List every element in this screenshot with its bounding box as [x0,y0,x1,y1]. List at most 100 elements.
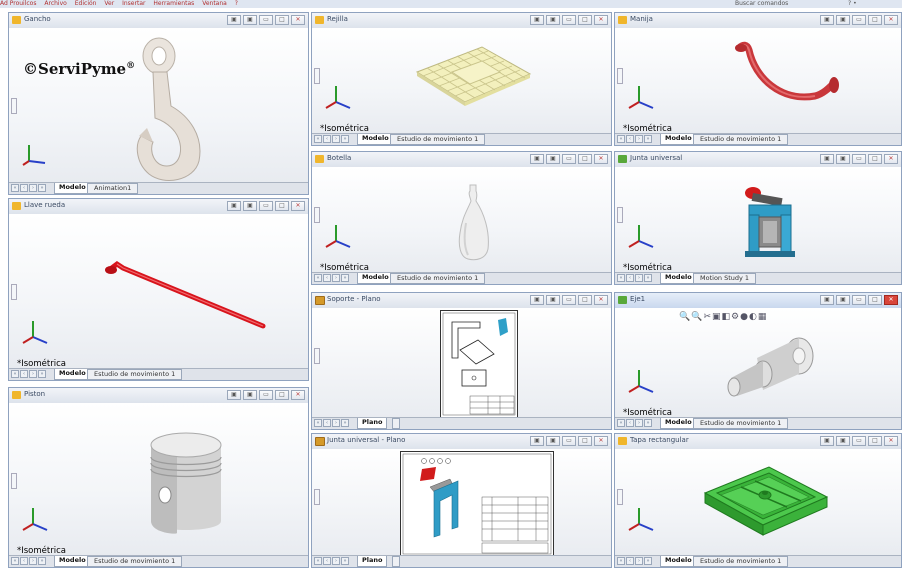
tab-first-button[interactable]: « [617,274,625,282]
tab-modelo[interactable]: Modelo [54,183,91,194]
minimize-button[interactable]: ▭ [562,295,576,305]
menu-herramientas[interactable]: Herramientas [153,0,194,7]
tile-horizontal-button[interactable]: ▣ [227,15,241,25]
graphics-area[interactable]: ©ServiPyme® [9,28,308,183]
tile-vertical-button[interactable]: ▣ [243,201,257,211]
tab-last-button[interactable]: » [38,370,46,378]
tab-first-button[interactable]: « [617,135,625,143]
tab-next-button[interactable]: › [29,370,37,378]
maximize-button[interactable]: □ [868,15,882,25]
close-button[interactable]: ✕ [291,201,305,211]
window-titlebar[interactable]: Piston ▣ ▣ ▭ □ ✕ [9,388,308,404]
tab-motion-study[interactable]: Estudio de movimiento 1 [693,418,789,429]
menu-insertar[interactable]: Insertar [122,0,145,7]
window-titlebar[interactable]: Llave rueda ▣ ▣ ▭ □ ✕ [9,199,308,215]
minimize-button[interactable]: ▭ [259,390,273,400]
minimize-button[interactable]: ▭ [562,436,576,446]
maximize-button[interactable]: □ [868,154,882,164]
zoom-area-icon[interactable]: 🔍 [691,312,703,322]
tab-modelo[interactable]: Modelo [357,273,394,284]
tab-motion-study[interactable]: Estudio de movimiento 1 [693,556,789,567]
menu-help[interactable]: ? [235,0,238,7]
close-button[interactable]: ✕ [291,390,305,400]
tab-prev-button[interactable]: ‹ [323,419,331,427]
tab-next-button[interactable]: › [635,135,643,143]
close-button[interactable]: ✕ [884,436,898,446]
menu-ventana[interactable]: Ventana [202,0,227,7]
tab-modelo[interactable]: Modelo [357,134,394,145]
window-titlebar[interactable]: Eje1 ▣ ▣ ▭ □ ✕ [615,293,901,309]
window-titlebar[interactable]: Soporte - Plano ▣ ▣ ▭ □ ✕ [312,293,611,309]
tile-horizontal-button[interactable]: ▣ [820,295,834,305]
tile-vertical-button[interactable]: ▣ [546,154,560,164]
tab-first-button[interactable]: « [11,184,19,192]
window-titlebar[interactable]: Rejilla ▣ ▣ ▭ □ ✕ [312,13,611,29]
menu-ver[interactable]: Ver [104,0,114,7]
tab-plano[interactable]: Plano [357,418,388,429]
maximize-button[interactable]: □ [578,295,592,305]
feature-tree-flyout[interactable] [617,489,623,505]
view-settings-icon[interactable]: ▦ [758,312,768,322]
tab-last-button[interactable]: » [341,274,349,282]
tab-modelo[interactable]: Modelo [660,134,697,145]
tab-first-button[interactable]: « [11,557,19,565]
tile-horizontal-button[interactable]: ▣ [227,390,241,400]
handle-model[interactable] [733,40,843,110]
minimize-button[interactable]: ▭ [852,154,866,164]
tile-vertical-button[interactable]: ▣ [546,436,560,446]
tab-motion-study[interactable]: Estudio de movimiento 1 [87,369,183,380]
display-style-icon[interactable]: ◧ [722,312,732,322]
add-sheet-icon[interactable] [392,418,400,429]
tile-vertical-button[interactable]: ▣ [243,390,257,400]
tile-vertical-button[interactable]: ▣ [836,295,850,305]
maximize-button[interactable]: □ [578,15,592,25]
tab-last-button[interactable]: » [644,419,652,427]
zoom-to-fit-icon[interactable]: 🔍 [679,312,691,322]
tab-first-button[interactable]: « [11,370,19,378]
tab-last-button[interactable]: » [644,557,652,565]
tab-modelo[interactable]: Modelo [54,556,91,567]
graphics-area[interactable]: *Isométrica [312,167,611,273]
feature-tree-flyout[interactable] [314,68,320,84]
window-titlebar[interactable]: Junta universal - Plano ▣ ▣ ▭ □ ✕ [312,434,611,450]
window-titlebar[interactable]: Tapa rectangular ▣ ▣ ▭ □ ✕ [615,434,901,450]
window-titlebar[interactable]: Gancho ▣ ▣ ▭ □ ✕ [9,13,308,29]
wheel-wrench-model[interactable] [103,254,273,334]
graphics-area[interactable]: *Isométrica [312,28,611,134]
minimize-button[interactable]: ▭ [259,15,273,25]
tile-horizontal-button[interactable]: ▣ [530,15,544,25]
graphics-area[interactable] [312,449,611,557]
tab-last-button[interactable]: » [38,557,46,565]
tab-last-button[interactable]: » [644,135,652,143]
window-titlebar[interactable]: Manija ▣ ▣ ▭ □ ✕ [615,13,901,29]
maximize-button[interactable]: □ [275,201,289,211]
close-button[interactable]: ✕ [594,15,608,25]
tile-vertical-button[interactable]: ▣ [546,295,560,305]
tab-prev-button[interactable]: ‹ [626,557,634,565]
tile-vertical-button[interactable]: ▣ [546,15,560,25]
tab-last-button[interactable]: » [644,274,652,282]
maximize-button[interactable]: □ [275,15,289,25]
bottle-model[interactable] [454,183,494,263]
tab-last-button[interactable]: » [341,419,349,427]
tab-modelo[interactable]: Modelo [660,273,697,284]
menu-archivo[interactable]: Archivo [44,0,66,7]
heads-up-view-toolbar[interactable]: 🔍🔍✂▣◧⚙●◐▦ [679,312,767,322]
tab-animation[interactable]: Animation1 [87,183,139,194]
feature-tree-flyout[interactable] [11,284,17,300]
maximize-button[interactable]: □ [868,436,882,446]
tab-first-button[interactable]: « [314,557,322,565]
tab-next-button[interactable]: › [29,557,37,565]
tile-vertical-button[interactable]: ▣ [836,15,850,25]
tab-prev-button[interactable]: ‹ [20,557,28,565]
tab-first-button[interactable]: « [314,135,322,143]
minimize-button[interactable]: ▭ [852,436,866,446]
feature-tree-flyout[interactable] [617,68,623,84]
section-view-icon[interactable]: ✂ [703,312,712,322]
app-menu[interactable]: Ad Prouilcos [0,0,36,7]
window-titlebar[interactable]: Junta universal ▣ ▣ ▭ □ ✕ [615,152,901,168]
graphics-area[interactable]: *Isométrica [615,167,901,273]
menu-edicion[interactable]: Edición [75,0,97,7]
tab-first-button[interactable]: « [617,557,625,565]
tile-horizontal-button[interactable]: ▣ [820,436,834,446]
